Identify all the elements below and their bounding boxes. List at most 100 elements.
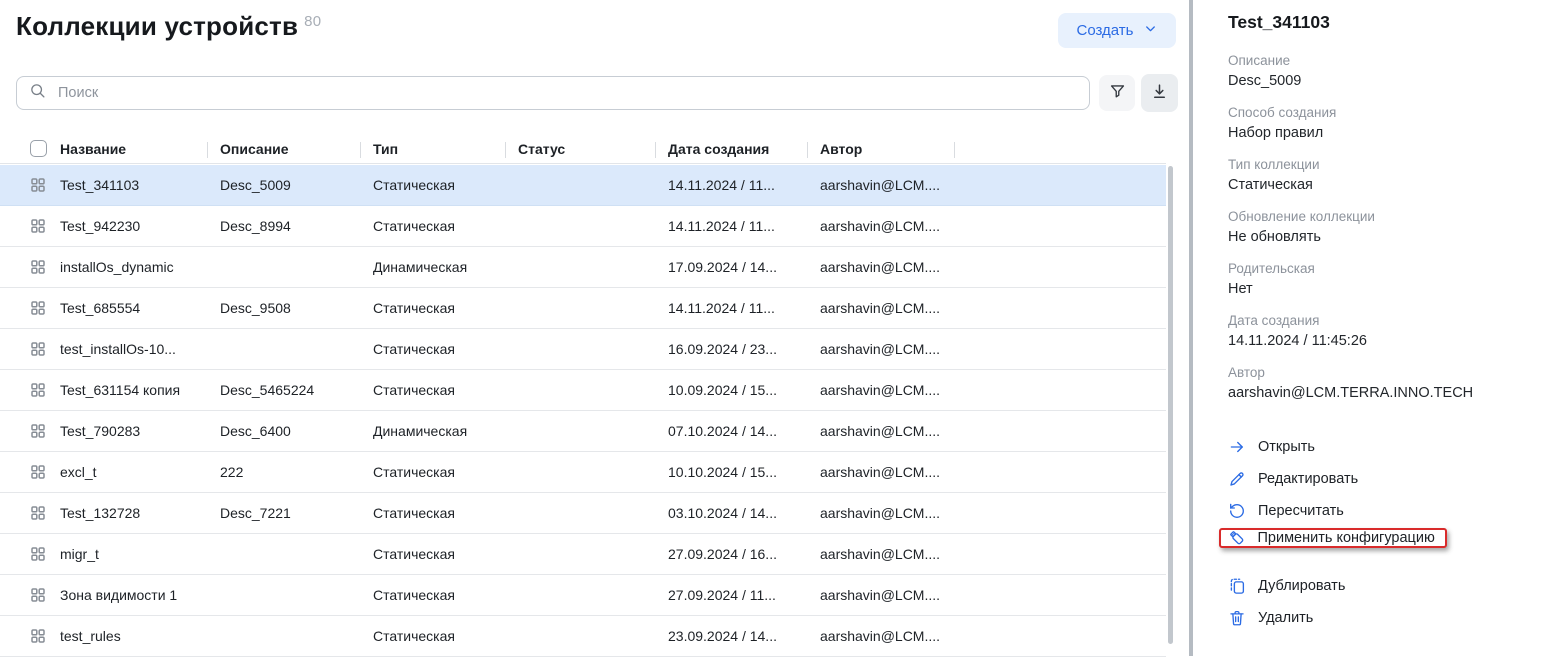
cell-type: Статическая [373, 546, 518, 562]
cell-author: aarshavin@LCM.... [820, 259, 955, 275]
column-header: Тип [373, 141, 518, 157]
collection-grid-icon [30, 218, 46, 234]
cell-type: Статическая [373, 505, 518, 521]
main-content: Коллекции устройств80 Создать Название О… [0, 0, 1190, 656]
collection-grid-icon [30, 546, 46, 562]
cell-created: 14.11.2024 / 11... [668, 218, 820, 234]
table-row[interactable]: test_installOs-10... Статическая 16.09.2… [0, 329, 1166, 370]
cell-author: aarshavin@LCM.... [820, 628, 955, 644]
cell-type: Динамическая [373, 259, 518, 275]
column-header: Описание [220, 141, 373, 157]
panel-field: Описание Desc_5009 [1228, 51, 1541, 91]
cell-created: 23.09.2024 / 14... [668, 628, 820, 644]
cell-type: Статическая [373, 177, 518, 193]
arrow-right-icon [1228, 438, 1246, 456]
cell-author: aarshavin@LCM.... [820, 300, 955, 316]
cell-created: 17.09.2024 / 14... [668, 259, 820, 275]
cell-type: Статическая [373, 628, 518, 644]
table-row[interactable]: installOs_dynamic Динамическая 17.09.202… [0, 247, 1166, 288]
panel-field-label: Автор [1228, 363, 1541, 383]
search-input[interactable] [56, 84, 1077, 102]
panel-field: Автор aarshavin@LCM.TERRA.INNO.TECH [1228, 363, 1541, 403]
panel-field: Обновление коллекции Не обновлять [1228, 207, 1541, 247]
panel-action[interactable]: Применить конфигурацию [1219, 528, 1447, 548]
refresh-ccw-icon [1228, 502, 1246, 520]
collection-grid-icon [30, 505, 46, 521]
cell-created: 07.10.2024 / 14... [668, 423, 820, 439]
panel-field-value: Статическая [1228, 175, 1541, 195]
table-row[interactable]: migr_t Статическая 27.09.2024 / 16... aa… [0, 534, 1166, 575]
table-row[interactable]: test_rules Статическая 23.09.2024 / 14..… [0, 616, 1166, 657]
panel-field-value: 14.11.2024 / 11:45:26 [1228, 331, 1541, 351]
collection-grid-icon [30, 423, 46, 439]
table-row[interactable]: Test_942230 Desc_8994 Статическая 14.11.… [0, 206, 1166, 247]
download-button[interactable] [1141, 74, 1178, 112]
collection-grid-icon [30, 341, 46, 357]
cell-created: 14.11.2024 / 11... [668, 300, 820, 316]
panel-field-label: Тип коллекции [1228, 155, 1541, 175]
panel-field-value: aarshavin@LCM.TERRA.INNO.TECH [1228, 383, 1541, 403]
panel-field: Способ создания Набор правил [1228, 103, 1541, 143]
panel-action[interactable]: Удалить [1228, 608, 1313, 628]
cell-author: aarshavin@LCM.... [820, 423, 955, 439]
cell-created: 27.09.2024 / 11... [668, 587, 820, 603]
duplicate-icon [1228, 577, 1246, 595]
panel-action[interactable]: Дублировать [1228, 576, 1345, 596]
cell-author: aarshavin@LCM.... [820, 587, 955, 603]
collection-grid-icon [30, 259, 46, 275]
search-bar [16, 76, 1090, 110]
pencil-icon [1228, 470, 1246, 488]
panel-action-label: Пересчитать [1258, 503, 1344, 519]
cell-name: excl_t [60, 464, 220, 480]
panel-field-label: Дата создания [1228, 311, 1541, 331]
cell-type: Статическая [373, 464, 518, 480]
table-row[interactable]: Test_132728 Desc_7221 Статическая 03.10.… [0, 493, 1166, 534]
table-row[interactable]: Test_685554 Desc_9508 Статическая 14.11.… [0, 288, 1166, 329]
cell-name: Test_790283 [60, 423, 220, 439]
cell-description: Desc_5009 [220, 177, 373, 193]
column-header: Автор [820, 141, 955, 157]
panel-field: Родительская Нет [1228, 259, 1541, 299]
search-icon [29, 82, 46, 104]
table-row[interactable]: Test_631154 копия Desc_5465224 Статическ… [0, 370, 1166, 411]
panel-action[interactable]: Пересчитать [1228, 501, 1344, 521]
cell-author: aarshavin@LCM.... [820, 382, 955, 398]
table-row[interactable]: excl_t 222 Статическая 10.10.2024 / 15..… [0, 452, 1166, 493]
table-header: Название Описание Тип Статус Дата создан… [0, 134, 1166, 164]
cell-name: Test_132728 [60, 505, 220, 521]
create-button[interactable]: Создать [1058, 13, 1176, 48]
panel-action[interactable]: Открыть [1228, 437, 1315, 457]
panel-field: Дата создания 14.11.2024 / 11:45:26 [1228, 311, 1541, 351]
chevron-down-icon [1143, 21, 1158, 40]
cell-name: Test_341103 [60, 177, 220, 193]
panel-action-label: Редактировать [1258, 471, 1358, 487]
flash-drive-icon [1228, 529, 1246, 547]
cell-created: 03.10.2024 / 14... [668, 505, 820, 521]
cell-description: 222 [220, 464, 373, 480]
panel-field-value: Desc_5009 [1228, 71, 1541, 91]
filter-button[interactable] [1099, 75, 1135, 111]
collection-grid-icon [30, 587, 46, 603]
cell-created: 14.11.2024 / 11... [668, 177, 820, 193]
table-body: Test_341103 Desc_5009 Статическая 14.11.… [0, 165, 1166, 657]
table-scrollbar[interactable] [1168, 166, 1173, 644]
panel-field: Тип коллекции Статическая [1228, 155, 1541, 195]
panel-action-label: Дублировать [1258, 578, 1345, 594]
panel-field-value: Не обновлять [1228, 227, 1541, 247]
cell-type: Статическая [373, 382, 518, 398]
select-all-checkbox[interactable] [30, 140, 47, 157]
panel-action-label: Удалить [1258, 610, 1313, 626]
table-row[interactable]: Test_790283 Desc_6400 Динамическая 07.10… [0, 411, 1166, 452]
table-row[interactable]: Test_341103 Desc_5009 Статическая 14.11.… [0, 165, 1166, 206]
panel-field-label: Способ создания [1228, 103, 1541, 123]
panel-field-label: Обновление коллекции [1228, 207, 1541, 227]
cell-author: aarshavin@LCM.... [820, 505, 955, 521]
panel-action[interactable]: Редактировать [1228, 469, 1358, 489]
cell-created: 10.10.2024 / 15... [668, 464, 820, 480]
table-row[interactable]: Зона видимости 1 Статическая 27.09.2024 … [0, 575, 1166, 616]
collection-grid-icon [30, 628, 46, 644]
cell-description: Desc_6400 [220, 423, 373, 439]
cell-name: Test_685554 [60, 300, 220, 316]
cell-name: Test_631154 копия [60, 382, 220, 398]
cell-type: Статическая [373, 341, 518, 357]
